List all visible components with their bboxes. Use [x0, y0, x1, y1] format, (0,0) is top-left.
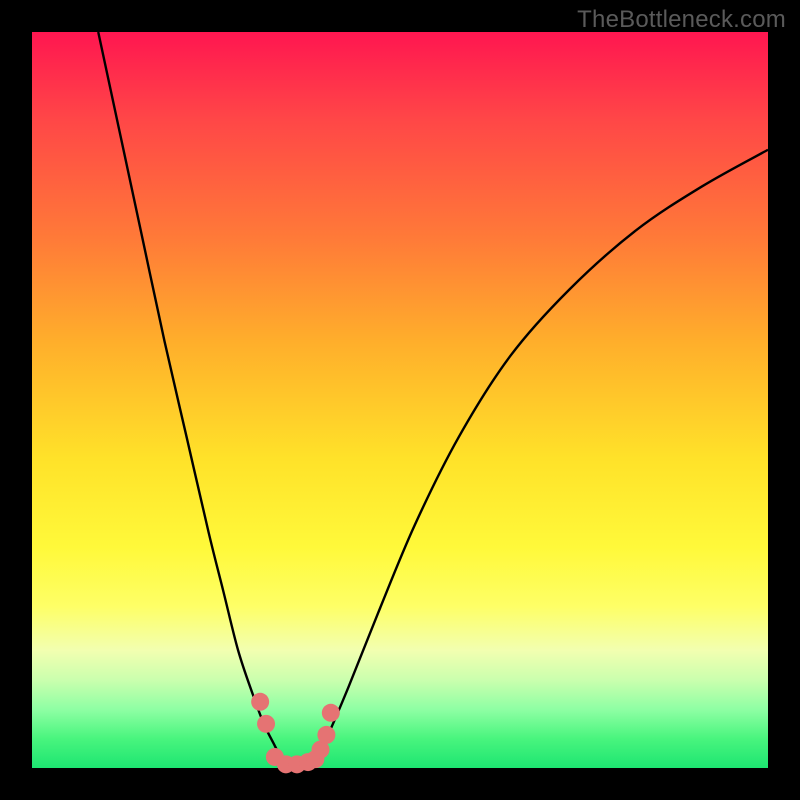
marker-point	[251, 693, 269, 711]
left-curve	[98, 32, 286, 768]
chart-plot-area	[32, 32, 768, 768]
marker-point	[322, 704, 340, 722]
chart-frame: TheBottleneck.com	[0, 0, 800, 800]
highlight-markers	[251, 693, 340, 774]
marker-point	[257, 715, 275, 733]
watermark-text: TheBottleneck.com	[577, 6, 786, 34]
right-curve	[312, 150, 768, 768]
marker-point	[317, 726, 335, 744]
chart-svg	[32, 32, 768, 768]
